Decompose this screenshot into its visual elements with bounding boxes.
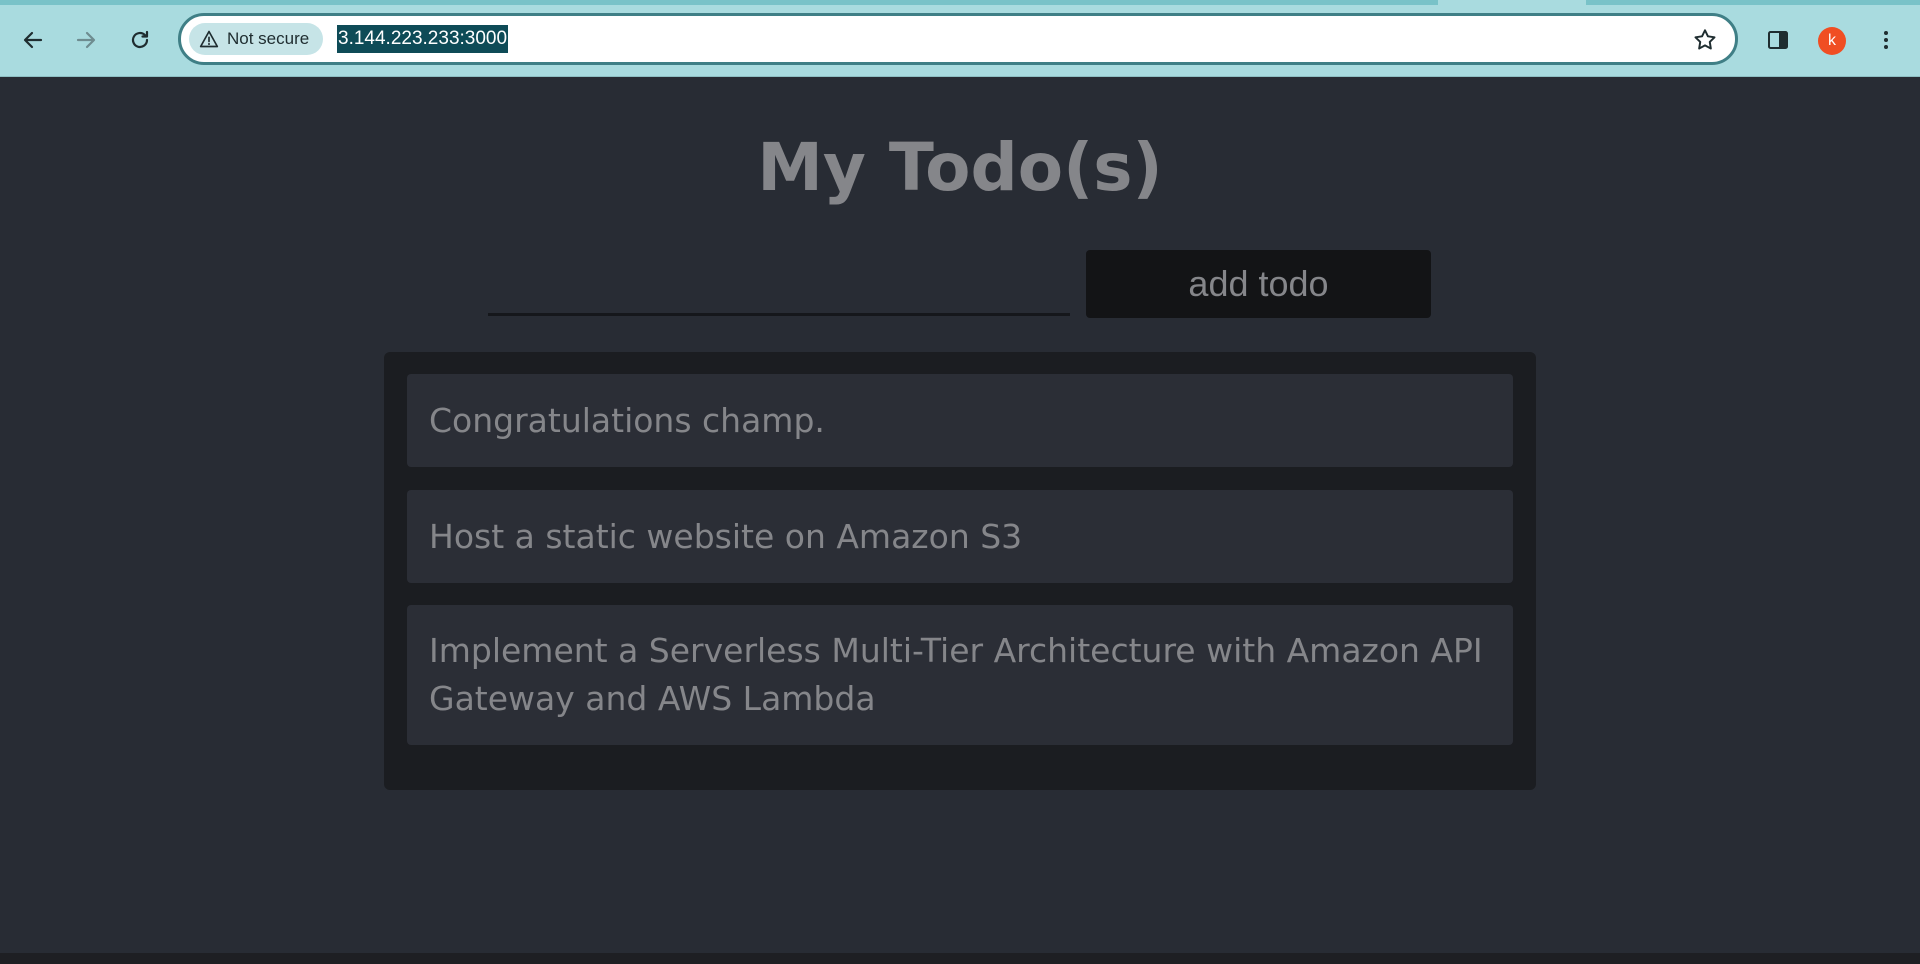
add-todo-button[interactable]: add todo: [1086, 250, 1431, 318]
kebab-menu-icon: [1884, 31, 1888, 49]
bottom-edge: [0, 953, 1920, 964]
todo-item-text: Host a static website on Amazon S3: [429, 516, 1023, 556]
side-panel-button[interactable]: [1760, 22, 1796, 58]
arrow-right-icon: [76, 31, 96, 49]
security-chip[interactable]: Not secure: [189, 23, 324, 55]
todo-item-text: Implement a Serverless Multi-Tier Archit…: [429, 631, 1483, 718]
todo-list: Congratulations champ. Host a static web…: [384, 352, 1536, 790]
browser-toolbar: Not secure 3.144.223.233:3000 k: [0, 0, 1920, 77]
page-title: My Todo(s): [757, 129, 1163, 206]
arrow-left-icon: [23, 31, 43, 49]
todo-item[interactable]: Implement a Serverless Multi-Tier Archit…: [407, 605, 1513, 745]
side-panel-icon: [1768, 31, 1788, 49]
address-bar[interactable]: Not secure 3.144.223.233:3000: [178, 13, 1738, 65]
browser-menu-button[interactable]: [1868, 22, 1904, 58]
forward-button[interactable]: [68, 22, 104, 58]
star-icon: [1694, 29, 1716, 50]
back-button[interactable]: [15, 22, 51, 58]
reload-icon: [131, 30, 149, 49]
url-text[interactable]: 3.144.223.233:3000: [337, 25, 509, 53]
reload-button[interactable]: [122, 22, 158, 58]
warning-triangle-icon: [199, 30, 219, 48]
todo-item[interactable]: Host a static website on Amazon S3: [407, 490, 1513, 583]
todo-input[interactable]: [488, 252, 1070, 316]
todo-item-text: Congratulations champ.: [429, 400, 825, 440]
tab-strip-edge: [0, 0, 1438, 5]
todo-item[interactable]: Congratulations champ.: [407, 374, 1513, 467]
tab-strip-edge-right: [1586, 0, 1920, 5]
profile-avatar[interactable]: k: [1818, 27, 1846, 55]
bookmark-button[interactable]: [1691, 26, 1719, 54]
security-label: Not secure: [227, 29, 310, 48]
